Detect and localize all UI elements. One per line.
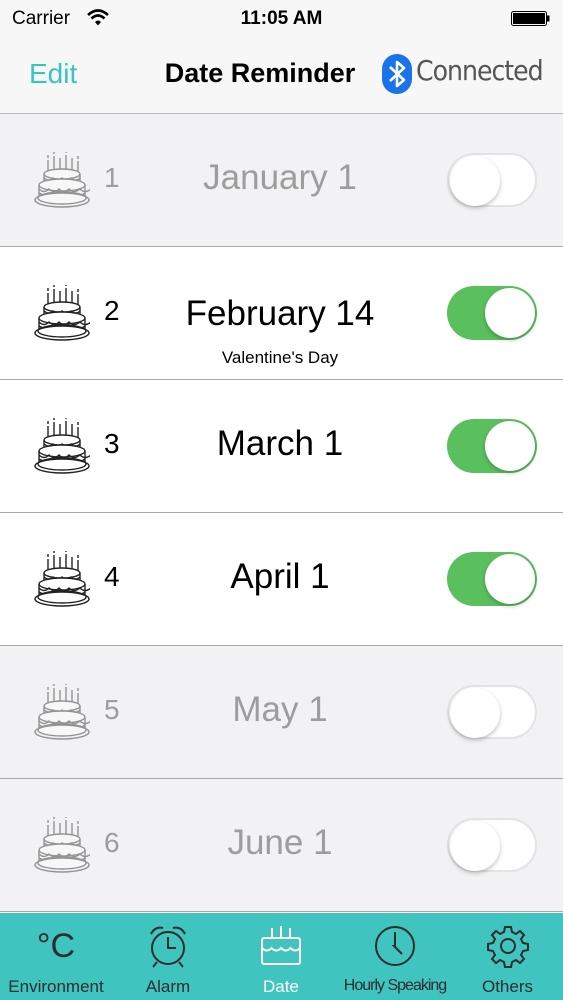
reminder-index: 6 [104,827,120,858]
tab-bar: °C Environment Alarm Date Hourly Speakin… [0,913,563,1000]
reminder-toggle[interactable] [447,419,537,473]
tab-label: Others [481,977,534,996]
cake-icon [34,417,92,478]
clock-icon [338,923,452,969]
status-bar: Carrier 11:05 AM [0,0,563,40]
reminder-date: April 1 [230,557,330,596]
toggle-knob [450,821,500,871]
toggle-knob [485,288,535,338]
toggle-knob [450,688,500,738]
cake-icon [34,683,92,744]
reminder-date: February 14 [185,294,375,333]
toggle-knob [485,554,535,604]
reminder-toggle[interactable] [447,818,537,872]
reminder-row-3[interactable]: 3 March 1 [0,380,563,513]
reminder-index: 3 [104,428,120,459]
alarm-clock-icon [112,923,224,969]
celsius-icon: °C [36,927,76,965]
tab-environment[interactable]: °C Environment [0,913,112,1000]
reminder-row-1[interactable]: 1 January 1 [0,114,563,247]
tab-others[interactable]: Others [452,913,563,1000]
reminder-row-2[interactable]: 2 February 14 Valentine's Day [0,247,563,380]
cake-icon [34,284,92,345]
reminder-date: June 1 [227,823,333,862]
reminder-index: 1 [104,162,120,193]
tab-hourly-speaking[interactable]: Hourly Speaking [338,913,452,1000]
reminder-row-4[interactable]: 4 April 1 [0,513,563,646]
tab-label: Environment [8,977,104,996]
reminder-row-6[interactable]: 6 June 1 [0,779,563,912]
tab-alarm[interactable]: Alarm [112,913,224,1000]
bluetooth-icon [382,54,412,94]
reminder-index: 2 [104,295,120,326]
reminder-note: Valentine's Day [221,348,339,367]
tab-date[interactable]: Date [224,913,338,1000]
status-time: 11:05 AM [240,8,323,29]
toggle-knob [485,421,535,471]
reminder-index: 4 [104,561,120,592]
reminder-index: 5 [104,694,120,725]
cake-icon [34,550,92,611]
toggle-knob [450,156,500,206]
reminder-toggle[interactable] [447,153,537,207]
reminder-toggle[interactable] [447,552,537,606]
connection-status: Connected [416,54,544,87]
navigation-bar: Edit Date Reminder Connected [0,40,563,114]
reminder-toggle[interactable] [447,685,537,739]
cake-icon [224,923,338,969]
tab-label: Hourly Speaking [343,977,447,994]
reminder-date: May 1 [232,690,328,729]
cake-icon [34,816,92,877]
battery-icon [511,11,551,26]
gear-icon [452,923,563,969]
reminder-date: March 1 [216,424,344,463]
reminder-list: 1 January 1 2 February 14 Valentine's Da… [0,114,563,912]
tab-label: Alarm [145,977,191,996]
reminder-date: January 1 [203,158,357,197]
reminder-row-5[interactable]: 5 May 1 [0,646,563,779]
cake-icon [34,151,92,212]
tab-label: Date [263,977,299,996]
reminder-toggle[interactable] [447,286,537,340]
